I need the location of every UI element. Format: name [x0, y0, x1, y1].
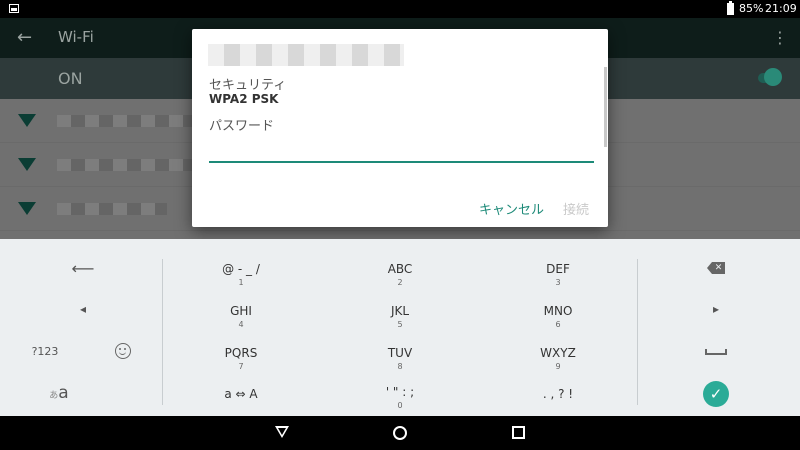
wifi-signal-icon: [18, 114, 36, 127]
key-label: DEF: [546, 262, 570, 276]
security-value: WPA2 PSK: [209, 92, 279, 106]
dialog-scrollbar[interactable]: [604, 67, 607, 147]
dialog-title-blurred: [208, 44, 404, 66]
key-label: PQRS: [224, 346, 258, 360]
key-sublabel: 0: [397, 401, 403, 410]
key-sublabel: 1: [238, 278, 244, 287]
keyboard-divider: [162, 259, 163, 405]
key-label: a ⇔ A: [224, 387, 258, 401]
battery-icon: [727, 1, 734, 15]
key-label: GHI: [230, 304, 252, 318]
alpha-label: a: [58, 383, 69, 403]
case-toggle-key[interactable]: a ⇔ A: [181, 387, 301, 401]
wifi-connect-dialog: セキュリティ WPA2 PSK パスワード キャンセル 接続: [192, 29, 608, 227]
key-8[interactable]: TUV 8: [340, 346, 460, 372]
back-arrow-icon[interactable]: ←: [17, 27, 32, 48]
key-label: ' " : ;: [385, 385, 415, 399]
key-2[interactable]: ABC 2: [340, 262, 460, 288]
key-label: @ - _ /: [222, 262, 260, 276]
connect-button[interactable]: 接続: [563, 199, 589, 218]
kana-alpha-toggle-key[interactable]: あa: [29, 383, 89, 403]
key-1[interactable]: @ - _ / 1: [181, 262, 301, 288]
keyboard-divider: [637, 259, 638, 405]
key-0[interactable]: ' " : ; 0: [340, 385, 460, 411]
key-sublabel: 9: [555, 362, 561, 371]
space-key-icon[interactable]: [705, 349, 727, 355]
key-7[interactable]: PQRS 7: [181, 346, 301, 372]
wifi-toggle-thumb[interactable]: [764, 68, 782, 86]
emoji-icon[interactable]: [115, 343, 131, 359]
password-input[interactable]: [209, 137, 594, 163]
more-options-icon[interactable]: ⋮: [772, 28, 788, 47]
key-9[interactable]: WXYZ 9: [498, 346, 618, 372]
page-title: Wi-Fi: [58, 28, 94, 46]
key-4[interactable]: GHI 4: [181, 304, 301, 330]
key-label: ABC: [387, 262, 413, 276]
key-label: TUV: [387, 346, 413, 360]
system-navigation-bar: [0, 416, 800, 450]
battery-percent: 85%: [739, 2, 764, 15]
enter-button[interactable]: ✓: [703, 381, 729, 407]
wifi-signal-icon: [18, 158, 36, 171]
punctuation-key[interactable]: . , ? !: [498, 387, 618, 401]
clock: 21:09: [765, 2, 797, 15]
nav-back-icon[interactable]: [275, 426, 289, 438]
key-sublabel: 7: [238, 362, 244, 371]
nav-home-icon[interactable]: [393, 426, 407, 440]
wifi-signal-icon: [18, 202, 36, 215]
nav-recents-icon[interactable]: [512, 426, 525, 439]
key-sublabel: 2: [397, 278, 403, 287]
key-5[interactable]: JKL 5: [340, 304, 460, 330]
cursor-right-key[interactable]: ▸: [671, 302, 761, 316]
backspace-icon[interactable]: [707, 262, 725, 274]
symbol-mode-key[interactable]: ?123: [0, 345, 90, 358]
key-sublabel: 3: [555, 278, 561, 287]
cancel-button[interactable]: キャンセル: [479, 199, 544, 218]
key-label: MNO: [543, 304, 573, 318]
image-notification-icon: [9, 4, 19, 13]
blurred-network-name: [57, 203, 167, 215]
key-sublabel: 4: [238, 320, 244, 329]
key-6[interactable]: MNO 6: [498, 304, 618, 330]
soft-keyboard: ⟵ ◂ ?123 あa @ - _ / 1 ABC 2 DEF 3 GHI 4 …: [0, 239, 800, 416]
key-sublabel: 5: [397, 320, 403, 329]
kana-label: あ: [49, 391, 59, 401]
key-sublabel: 6: [555, 320, 561, 329]
undo-key[interactable]: ⟵: [38, 259, 128, 278]
password-label: パスワード: [209, 119, 275, 134]
security-label: セキュリティ: [209, 78, 287, 93]
wifi-on-label: ON: [58, 69, 83, 88]
key-label: JKL: [390, 304, 410, 318]
key-label: . , ? !: [542, 387, 574, 401]
key-label: WXYZ: [540, 346, 576, 360]
status-bar: 85% 21:09: [0, 0, 800, 18]
key-sublabel: 8: [397, 362, 403, 371]
cursor-left-key[interactable]: ◂: [38, 302, 128, 316]
key-3[interactable]: DEF 3: [498, 262, 618, 288]
